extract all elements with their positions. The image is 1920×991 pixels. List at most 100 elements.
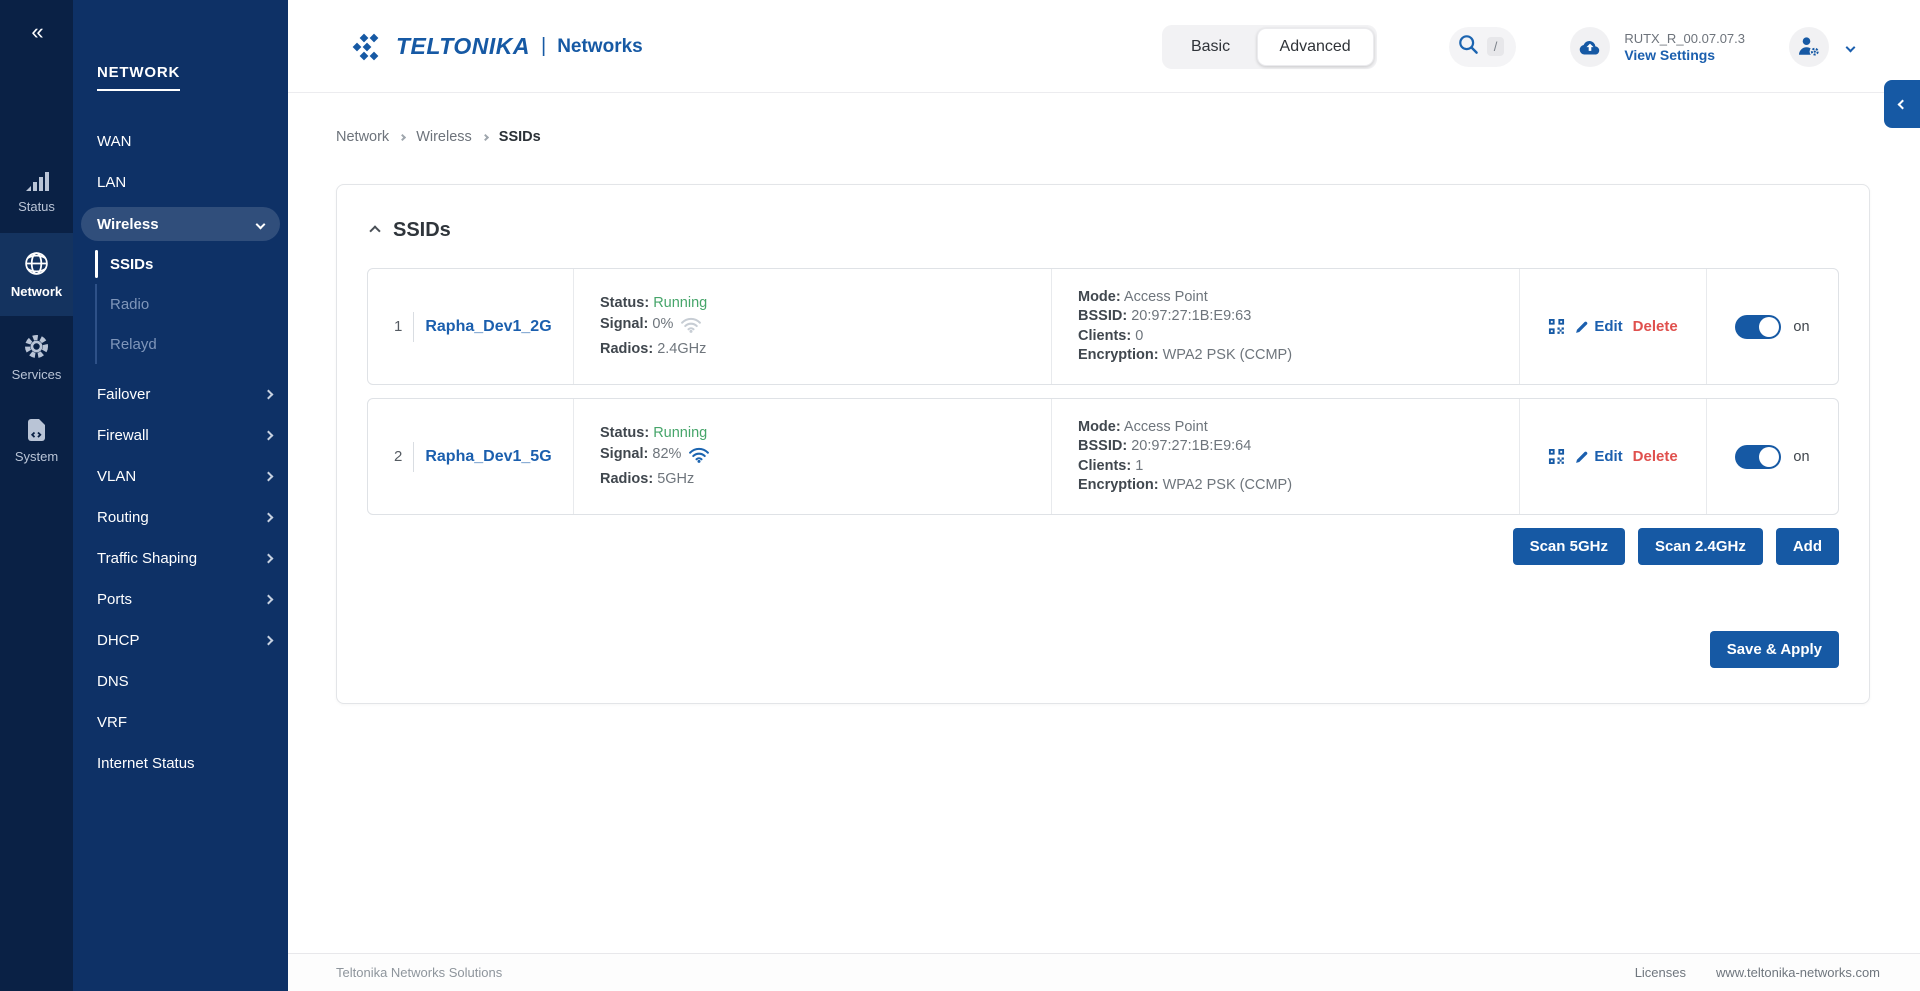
footer: Teltonika Networks Solutions Licenses ww… bbox=[288, 953, 1920, 991]
footer-brand: Teltonika Networks Solutions bbox=[336, 965, 1635, 980]
ssid-name-link[interactable]: Rapha_Dev1_2G bbox=[425, 318, 551, 336]
sidebar-item-radio[interactable]: Radio bbox=[73, 284, 288, 324]
clients-value: 1 bbox=[1135, 458, 1143, 474]
radios-label: Radios: bbox=[600, 471, 653, 487]
chevron-right-icon bbox=[264, 431, 274, 441]
sidebar-item-dhcp[interactable]: DHCP bbox=[73, 620, 288, 661]
edit-label: Edit bbox=[1594, 318, 1622, 335]
sidebar-item-wan[interactable]: WAN bbox=[73, 121, 288, 162]
ssid-index: 1 bbox=[394, 318, 402, 335]
rail-item-system[interactable]: System bbox=[0, 399, 73, 482]
chevron-right-icon bbox=[264, 513, 274, 523]
sidebar-item-firewall[interactable]: Firewall bbox=[73, 415, 288, 456]
mode-value: Access Point bbox=[1124, 289, 1208, 305]
scan-5ghz-button[interactable]: Scan 5GHz bbox=[1513, 528, 1625, 565]
rail-item-status[interactable]: Status bbox=[0, 150, 73, 233]
sidebar-item-wireless[interactable]: Wireless bbox=[81, 207, 280, 241]
rail-item-services[interactable]: Services bbox=[0, 316, 73, 399]
logo-separator: | bbox=[541, 35, 546, 58]
gear-icon bbox=[23, 333, 50, 360]
search-icon bbox=[1458, 34, 1479, 60]
add-button[interactable]: Add bbox=[1776, 528, 1839, 565]
user-menu-chevron[interactable] bbox=[1847, 38, 1854, 56]
teltonika-logo-mark bbox=[351, 32, 387, 62]
status-label: Status: bbox=[600, 295, 649, 311]
chevron-down-icon bbox=[256, 219, 266, 229]
divider bbox=[413, 442, 414, 472]
sidebar-item-relayd[interactable]: Relayd bbox=[73, 324, 288, 364]
signal-value: 0% bbox=[652, 316, 673, 332]
wifi-icon-weak bbox=[680, 316, 702, 333]
collapse-section-icon[interactable] bbox=[369, 225, 380, 236]
mode-basic-button[interactable]: Basic bbox=[1165, 28, 1257, 66]
encryption-value: WPA2 PSK (CCMP) bbox=[1163, 347, 1292, 363]
signal-label: Signal: bbox=[600, 446, 648, 462]
breadcrumb-chevron-icon bbox=[399, 133, 406, 140]
edit-button[interactable]: Edit bbox=[1575, 318, 1622, 335]
sidebar-item-lan[interactable]: LAN bbox=[73, 162, 288, 203]
delete-button[interactable]: Delete bbox=[1633, 318, 1678, 335]
sidebar-item-ssids[interactable]: SSIDs bbox=[73, 244, 288, 284]
bssid-label: BSSID: bbox=[1078, 438, 1127, 454]
encryption-label: Encryption: bbox=[1078, 477, 1159, 493]
ssid-index: 2 bbox=[394, 448, 402, 465]
chevron-right-icon bbox=[264, 472, 274, 482]
header-right-cluster: Basic Advanced / RUTX_R_0 bbox=[1162, 0, 1854, 93]
footer-licenses-link[interactable]: Licenses bbox=[1635, 965, 1686, 980]
qr-code-button[interactable] bbox=[1548, 448, 1565, 465]
enable-toggle[interactable] bbox=[1735, 445, 1781, 469]
mode-value: Access Point bbox=[1124, 419, 1208, 435]
breadcrumb-network[interactable]: Network bbox=[336, 129, 389, 145]
sidebar-collapse-button[interactable]: « bbox=[0, 0, 73, 64]
cloud-upload-button[interactable] bbox=[1570, 27, 1610, 67]
user-menu-button[interactable] bbox=[1789, 27, 1829, 67]
signal-bars-icon bbox=[24, 170, 50, 192]
delete-button[interactable]: Delete bbox=[1633, 448, 1678, 465]
bssid-value: 20:97:27:1B:E9:63 bbox=[1131, 308, 1251, 324]
view-settings-link[interactable]: View Settings bbox=[1624, 47, 1745, 64]
breadcrumb-chevron-icon bbox=[482, 133, 489, 140]
footer-website-link[interactable]: www.teltonika-networks.com bbox=[1716, 965, 1880, 980]
globe-icon bbox=[23, 250, 50, 277]
toggle-state-label: on bbox=[1793, 449, 1809, 465]
bssid-value: 20:97:27:1B:E9:64 bbox=[1131, 438, 1251, 454]
sidebar-title: NETWORK bbox=[97, 64, 180, 91]
top-header: TELTONIKA | Networks Basic Advanced / bbox=[288, 0, 1920, 93]
icon-rail: « Status bbox=[0, 0, 73, 991]
sidebar-item-failover[interactable]: Failover bbox=[73, 374, 288, 415]
sidebar-item-vrf[interactable]: VRF bbox=[73, 702, 288, 743]
sidebar-item-ports[interactable]: Ports bbox=[73, 579, 288, 620]
encryption-label: Encryption: bbox=[1078, 347, 1159, 363]
qr-code-icon bbox=[1548, 448, 1565, 465]
status-value: Running bbox=[653, 295, 707, 311]
sidebar-item-vlan[interactable]: VLAN bbox=[73, 456, 288, 497]
enable-toggle[interactable] bbox=[1735, 315, 1781, 339]
sidebar-item-routing[interactable]: Routing bbox=[73, 497, 288, 538]
sidebar-item-traffic-shaping[interactable]: Traffic Shaping bbox=[73, 538, 288, 579]
delete-label: Delete bbox=[1633, 448, 1678, 465]
sidebar-item-internet-status[interactable]: Internet Status bbox=[73, 743, 288, 784]
sim-card-icon bbox=[27, 418, 47, 442]
encryption-value: WPA2 PSK (CCMP) bbox=[1163, 477, 1292, 493]
scan-24ghz-button[interactable]: Scan 2.4GHz bbox=[1638, 528, 1763, 565]
chevron-right-icon bbox=[264, 636, 274, 646]
breadcrumb-wireless[interactable]: Wireless bbox=[416, 129, 472, 145]
mode-advanced-button[interactable]: Advanced bbox=[1257, 28, 1374, 66]
rail-item-network[interactable]: Network bbox=[0, 233, 73, 316]
bssid-label: BSSID: bbox=[1078, 308, 1127, 324]
ssid-row: 1 Rapha_Dev1_2G Status: Running Signal: … bbox=[367, 268, 1839, 385]
qr-code-button[interactable] bbox=[1548, 318, 1565, 335]
sidebar-item-dns[interactable]: DNS bbox=[73, 661, 288, 702]
wifi-icon-strong bbox=[688, 446, 710, 463]
ssid-name-link[interactable]: Rapha_Dev1_5G bbox=[425, 448, 551, 466]
side-panel-toggle[interactable] bbox=[1884, 80, 1920, 128]
rail-item-label: Network bbox=[11, 284, 62, 299]
device-name: RUTX_R_00.07.07.3 bbox=[1624, 30, 1745, 47]
mode-label: Mode: bbox=[1078, 289, 1121, 305]
search-button[interactable]: / bbox=[1449, 27, 1517, 67]
mode-label: Mode: bbox=[1078, 419, 1121, 435]
edit-button[interactable]: Edit bbox=[1575, 448, 1622, 465]
save-apply-button[interactable]: Save & Apply bbox=[1710, 631, 1839, 668]
rail-item-label: System bbox=[15, 449, 58, 464]
page-content: Network Wireless SSIDs SSIDs 1 Rapha_Dev… bbox=[288, 93, 1920, 953]
